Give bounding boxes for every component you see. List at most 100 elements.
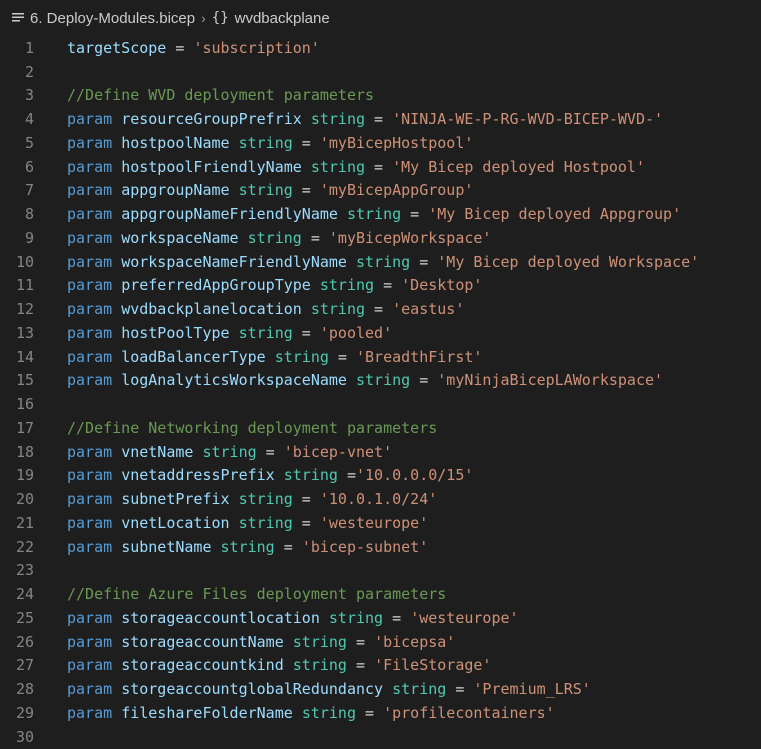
code-line[interactable]: 13 param hostPoolType string = 'pooled' [0, 321, 761, 345]
code-token: = [328, 347, 356, 366]
code-token: param [67, 632, 113, 651]
code-line[interactable]: 7 param appgroupName string = 'myBicepApp… [0, 179, 761, 203]
code-line[interactable]: 19 param vnetaddressPrefix string ='10.0.… [0, 464, 761, 488]
code-content[interactable]: param resourceGroupPrefrix string = 'NIN… [34, 110, 663, 128]
code-token: param [67, 608, 113, 627]
code-token: 'BreadthFirst' [356, 347, 483, 366]
line-number: 12 [15, 300, 34, 319]
line-number: 7 [24, 181, 34, 200]
code-content[interactable]: param subnetName string = 'bicep-subnet' [34, 538, 428, 556]
code-token: param [67, 157, 113, 176]
code-line[interactable]: 17 //Define Networking deployment paramet… [0, 416, 761, 440]
code-content[interactable]: //Define Azure Files deployment paramete… [34, 585, 446, 603]
code-line[interactable]: 22 param subnetName string = 'bicep-subne… [0, 535, 761, 559]
line-number: 2 [24, 62, 34, 81]
code-content[interactable]: param storgeaccountglobalRedundancy stri… [34, 680, 591, 698]
code-line[interactable]: 11 param preferredAppGroupType string = '… [0, 274, 761, 298]
code-content[interactable]: param vnetName string = 'bicep-vnet' [34, 443, 392, 461]
code-editor[interactable]: 1 targetScope = 'subscription' 2 3//Define … [0, 36, 761, 749]
code-content[interactable]: targetScope = 'subscription' [34, 39, 320, 57]
code-line[interactable]: 8 param appgroupNameFriendlyName string =… [0, 202, 761, 226]
code-token: targetScope [67, 38, 167, 57]
code-content[interactable]: //Define Networking deployment parameter… [34, 419, 437, 437]
code-content[interactable]: param workspaceName string = 'myBicepWor… [34, 229, 491, 247]
breadcrumb-file[interactable]: 6. Deploy-Modules.bicep [30, 10, 195, 27]
code-line[interactable]: 30 [0, 725, 761, 749]
code-content[interactable]: param storageaccountlocation string = 'w… [34, 609, 519, 627]
code-line[interactable]: 25 param storageaccountlocation string = … [0, 606, 761, 630]
code-content[interactable]: //Define WVD deployment parameters [34, 86, 374, 104]
code-token: vnetName [121, 442, 194, 461]
code-content[interactable]: param subnetPrefix string = '10.0.1.0/24… [34, 490, 437, 508]
code-token: param [67, 371, 113, 390]
code-content[interactable]: param vnetLocation string = 'westeurope' [34, 514, 428, 532]
code-token: 'FileStorage' [374, 656, 492, 675]
code-line[interactable]: 10 param workspaceNameFriendlyName string… [0, 250, 761, 274]
code-content[interactable]: param logAnalyticsWorkspaceName string =… [34, 371, 663, 389]
code-line[interactable]: 14 param loadBalancerType string = 'Bread… [0, 345, 761, 369]
line-number: 4 [24, 110, 34, 129]
code-line[interactable]: 9 param workspaceName string = 'myBicepWo… [0, 226, 761, 250]
code-token: 'pooled' [319, 323, 393, 342]
code-token: storgeaccountglobalRedundancy [121, 680, 384, 699]
code-content[interactable]: param loadBalancerType string = 'Breadth… [34, 348, 482, 366]
code-line[interactable]: 5 param hostpoolName string = 'myBicepHos… [0, 131, 761, 155]
code-line[interactable]: 20 param subnetPrefix string = '10.0.1.0/… [0, 487, 761, 511]
code-content[interactable]: param vnetaddressPrefix string ='10.0.0.… [34, 466, 473, 484]
code-content[interactable]: param hostpoolName string = 'myBicepHost… [34, 134, 473, 152]
code-token: param [67, 252, 113, 271]
code-line[interactable]: 12 param wvdbackplanelocation string = 'e… [0, 297, 761, 321]
code-line[interactable]: 2 [0, 60, 761, 84]
code-content[interactable]: param storageaccountName string = 'bicep… [34, 633, 455, 651]
code-token: 'Premium_LRS' [473, 680, 591, 699]
code-line[interactable]: 26 param storageaccountName string = 'bic… [0, 630, 761, 654]
code-token: workspaceNameFriendlyName [121, 252, 347, 271]
code-token: storageaccountlocation [121, 608, 320, 627]
code-token: hostpoolFriendlyName [121, 157, 302, 176]
code-token: string [392, 680, 447, 699]
code-line[interactable]: 3 //Define WVD deployment parameters [0, 84, 761, 108]
code-token: appgroupName [121, 181, 230, 200]
code-line[interactable]: 4 param resourceGroupPrefrix string = 'NI… [0, 107, 761, 131]
line-number: 9 [24, 228, 34, 247]
code-content[interactable]: param appgroupNameFriendlyName string = … [34, 205, 681, 223]
code-content[interactable]: param fileshareFolderName string = 'prof… [34, 704, 555, 722]
code-content[interactable]: param hostPoolType string = 'pooled' [34, 324, 392, 342]
code-token: = [383, 608, 411, 627]
code-content[interactable]: param appgroupName string = 'myBicepAppG… [34, 181, 473, 199]
line-number: 13 [15, 323, 34, 342]
code-content[interactable]: param wvdbackplanelocation string = 'eas… [34, 300, 464, 318]
code-token: 'Desktop' [401, 276, 483, 295]
code-content[interactable]: param storageaccountkind string = 'FileS… [34, 656, 491, 674]
line-number: 6 [24, 157, 34, 176]
code-token: = [365, 110, 393, 129]
code-token: param [67, 300, 113, 319]
code-token: string [238, 513, 293, 532]
code-line[interactable]: 29 param fileshareFolderName string = 'pr… [0, 701, 761, 725]
line-number: 28 [15, 680, 34, 699]
code-line[interactable]: 6 param hostpoolFriendlyName string = 'My… [0, 155, 761, 179]
code-line[interactable]: 28 param storgeaccountglobalRedundancy st… [0, 677, 761, 701]
code-token: 'bicepsa' [374, 632, 456, 651]
code-line[interactable]: 1 targetScope = 'subscription' [0, 36, 761, 60]
code-line[interactable]: 23 [0, 559, 761, 583]
code-line[interactable]: 15 param logAnalyticsWorkspaceName string… [0, 369, 761, 393]
code-content[interactable]: param hostpoolFriendlyName string = 'My … [34, 158, 645, 176]
code-content[interactable]: param workspaceNameFriendlyName string =… [34, 253, 699, 271]
code-content[interactable]: param preferredAppGroupType string = 'De… [34, 276, 482, 294]
code-token: 'bicep-subnet' [301, 537, 429, 556]
code-token: string [310, 157, 366, 176]
code-line[interactable]: 24 //Define Azure Files deployment parame… [0, 582, 761, 606]
code-line[interactable]: 21 param vnetLocation string = 'westeurop… [0, 511, 761, 535]
code-line[interactable]: 18 param vnetName string = 'bicep-vnet' [0, 440, 761, 464]
code-line[interactable]: 27 param storageaccountkind string = 'Fil… [0, 654, 761, 678]
breadcrumb-symbol[interactable]: wvdbackplane [235, 10, 330, 27]
code-token: 'My Bicep deployed Workspace' [437, 252, 700, 271]
code-token: = [346, 632, 375, 651]
code-line[interactable]: 16 [0, 392, 761, 416]
line-number: 21 [15, 513, 34, 532]
